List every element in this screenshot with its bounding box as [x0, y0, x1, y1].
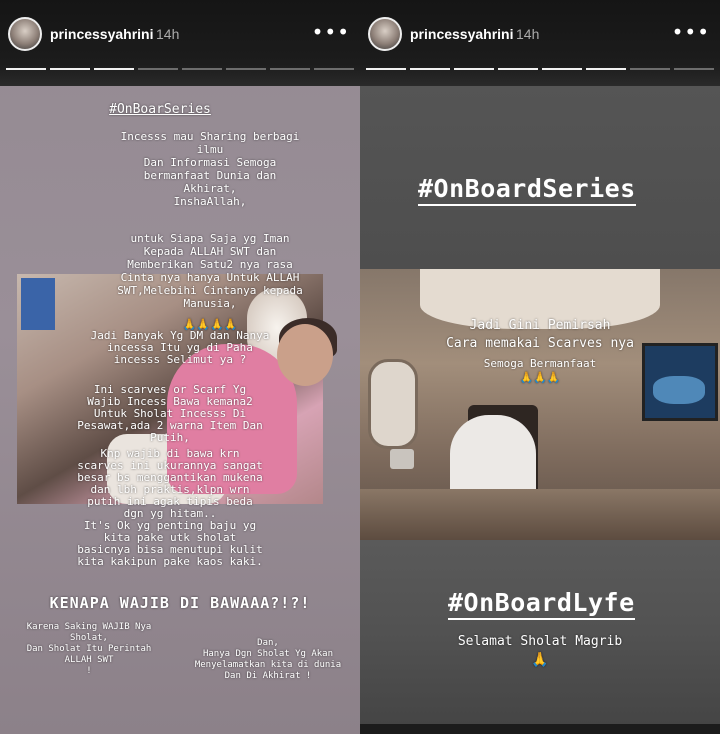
progress-segment [182, 68, 222, 70]
story-overlay-line3: Semoga Bermanfaat [483, 357, 597, 370]
story-time: 14h [516, 26, 540, 42]
username[interactable]: princessyahrini [50, 26, 154, 42]
story-hashtag: #OnBoarSeries [109, 102, 211, 117]
progress-segment [454, 68, 494, 70]
story-note-left: Karena Saking WAJIB Nya Sholat, Dan Shol… [26, 622, 152, 676]
story-overlay-line2: Cara memakai Scarves nya [446, 336, 634, 351]
more-options-icon[interactable]: ••• [672, 20, 710, 44]
progress-bar [6, 68, 354, 70]
cabin-table [360, 489, 720, 541]
story-photo-cabin [360, 269, 720, 541]
story-panel-right[interactable]: princessyahrini 14h ••• #OnBoardSeries J… [360, 0, 720, 734]
avatar[interactable] [368, 17, 402, 51]
story-footer [360, 724, 720, 734]
story-text-reason: Knp wajib di bawa krn scarves ini ukuran… [77, 447, 263, 568]
story-headline: KENAPA WAJIB DI BAWAAA?!?! [49, 594, 311, 612]
story-note-right: Dan, Hanya Dgn Sholat Yg Akan Menyelamat… [194, 638, 342, 681]
progress-bar [366, 68, 714, 70]
story-hashtag-top: #OnBoardSeries [418, 174, 636, 206]
progress-segment [674, 68, 714, 70]
story-overlay-line1: Jadi Gini Pemirsah [469, 318, 611, 333]
praying-hands-emoji: 🙏🙏🙏 [519, 371, 561, 384]
story-time: 14h [156, 26, 180, 42]
story-text-scarves: Ini scarves or Scarf Yg Wajib Incess Baw… [77, 383, 263, 444]
seat-screen [21, 278, 55, 330]
story-hashtag-bottom: #OnBoardLyfe [448, 588, 635, 620]
progress-segment [630, 68, 670, 70]
username[interactable]: princessyahrini [410, 26, 514, 42]
cabin-lamp [390, 449, 414, 469]
story-bottom-area [360, 540, 720, 724]
progress-segment [50, 68, 90, 70]
avatar[interactable] [8, 17, 42, 51]
progress-segment [138, 68, 178, 70]
progress-segment [366, 68, 406, 70]
progress-segment [410, 68, 450, 70]
story-header: princessyahrini 14h ••• [0, 0, 360, 86]
progress-segment [314, 68, 354, 70]
progress-segment [498, 68, 538, 70]
story-header: princessyahrini 14h ••• [360, 0, 720, 86]
story-closing: Selamat Sholat Magrib [457, 634, 623, 649]
progress-segment [94, 68, 134, 70]
praying-hands-emoji: 🙏 [531, 652, 549, 668]
progress-segment [226, 68, 266, 70]
progress-segment [586, 68, 626, 70]
progress-segment [542, 68, 582, 70]
story-panel-left[interactable]: princessyahrini 14h ••• #OnBoarSeries In… [0, 0, 360, 734]
more-options-icon[interactable]: ••• [312, 20, 350, 44]
progress-segment [270, 68, 310, 70]
story-text-intro: Incesss mau Sharing berbagi ilmu Dan Inf… [120, 130, 300, 208]
story-text-love: untuk Siapa Saja yg Iman Kepada ALLAH SW… [117, 232, 303, 310]
story-text-question: Jadi Banyak Yg DM dan Nanya incessa Itu … [90, 329, 270, 366]
progress-segment [6, 68, 46, 70]
